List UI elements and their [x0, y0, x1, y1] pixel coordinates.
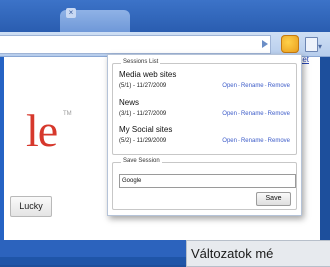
- caption-text: Változatok mé: [186, 240, 330, 267]
- caption-shade: [0, 257, 186, 265]
- browser-title-bar: [0, 0, 330, 32]
- session-name-input[interactable]: Google: [119, 174, 296, 188]
- open-session-link[interactable]: Open: [222, 111, 237, 117]
- sessions-list-group: Sessions List Media web sites (5/1) - 11…: [112, 59, 297, 155]
- feeling-lucky-button[interactable]: Lucky: [10, 196, 52, 217]
- open-session-link[interactable]: Open: [222, 83, 237, 89]
- session-meta: (5/1) - 11/27/2009: [119, 83, 167, 89]
- session-meta: (5/2) - 11/29/2009: [119, 138, 167, 144]
- remove-session-link[interactable]: Remove: [268, 111, 290, 117]
- save-button[interactable]: Save: [256, 192, 291, 206]
- remove-session-link[interactable]: Remove: [268, 138, 290, 144]
- save-session-legend: Save Session: [121, 158, 162, 164]
- left-frame-border: [0, 57, 4, 257]
- go-arrow-icon[interactable]: [262, 40, 268, 48]
- session-actions: Open-Rename-Remove: [222, 83, 290, 89]
- chevron-down-icon[interactable]: ▾: [318, 42, 322, 51]
- logo-trademark: TM: [63, 111, 72, 117]
- rename-session-link[interactable]: Rename: [241, 111, 264, 117]
- address-bar[interactable]: [0, 35, 271, 54]
- session-manager-extension-icon[interactable]: [281, 35, 299, 53]
- session-meta: (3/1) - 11/27/2009: [119, 111, 167, 117]
- rename-session-link[interactable]: Rename: [241, 138, 264, 144]
- session-name: News: [119, 98, 140, 107]
- sessions-popup: Sessions List Media web sites (5/1) - 11…: [107, 54, 302, 216]
- google-logo-fragment: le: [26, 105, 58, 156]
- session-actions: Open-Rename-Remove: [222, 138, 290, 144]
- session-actions: Open-Rename-Remove: [222, 111, 290, 117]
- save-session-group: Save Session Google Save: [112, 158, 297, 210]
- sessions-list-legend: Sessions List: [121, 59, 161, 65]
- session-name: Media web sites: [119, 70, 177, 79]
- open-session-link[interactable]: Open: [222, 138, 237, 144]
- close-icon[interactable]: ×: [66, 8, 76, 18]
- rename-session-link[interactable]: Rename: [241, 83, 264, 89]
- page-menu-icon[interactable]: [305, 37, 318, 52]
- remove-session-link[interactable]: Remove: [268, 83, 290, 89]
- session-name: My Social sites: [119, 125, 173, 134]
